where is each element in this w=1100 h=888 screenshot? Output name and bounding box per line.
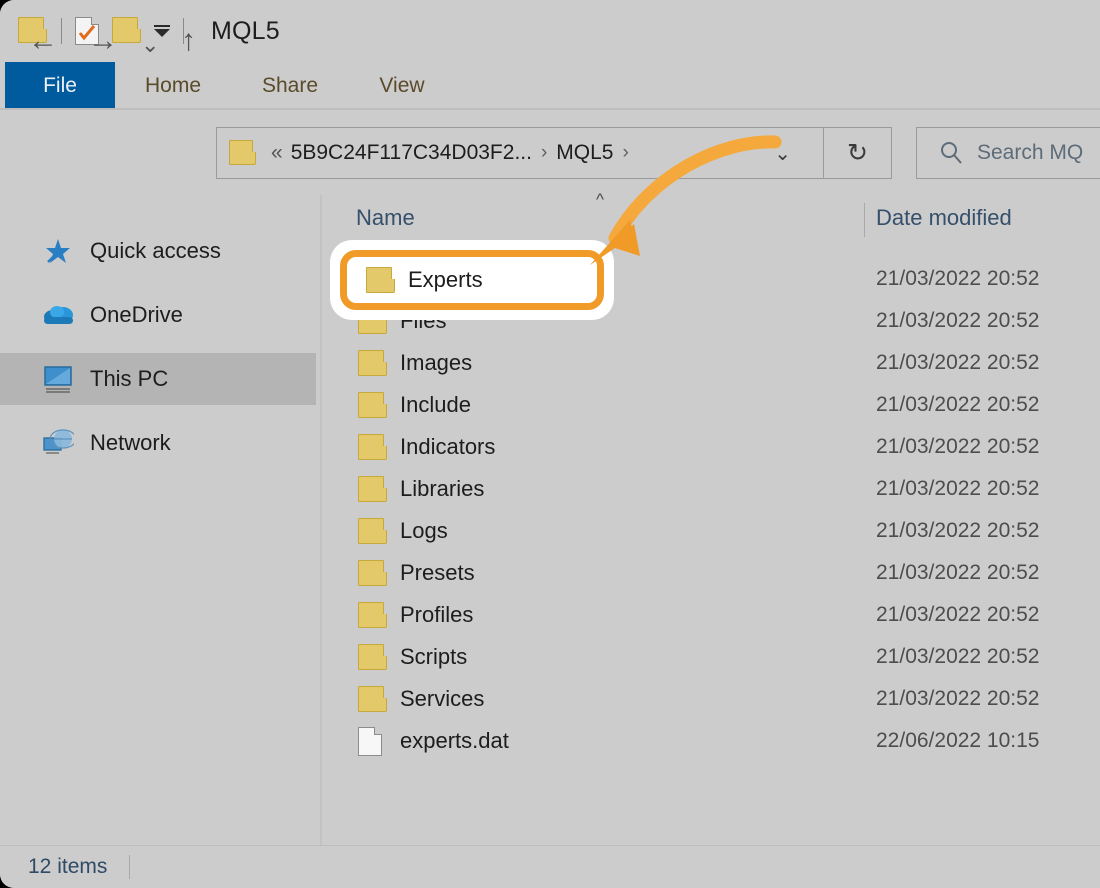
- address-field[interactable]: « 5B9C24F117C34D03F2... › MQL5 › ⌄: [216, 127, 824, 179]
- table-row[interactable]: Include 21/03/2022 20:52: [320, 384, 1100, 426]
- sidebar-item-onedrive[interactable]: OneDrive: [0, 289, 316, 341]
- file-name: Logs: [400, 518, 448, 544]
- search-icon: [939, 140, 965, 166]
- column-header-row: Name Date modified: [320, 196, 1100, 242]
- window-title: MQL5: [211, 17, 280, 46]
- ribbon-tab-bar: File Home Share View: [0, 62, 1100, 110]
- status-separator: [129, 855, 130, 879]
- folder-icon: [358, 391, 388, 419]
- table-row[interactable]: Scripts 21/03/2022 20:52: [320, 636, 1100, 678]
- folder-icon: [358, 601, 388, 629]
- table-row[interactable]: Indicators 21/03/2022 20:52: [320, 426, 1100, 468]
- file-date: 21/03/2022 20:52: [876, 393, 1040, 417]
- column-divider[interactable]: [864, 203, 865, 237]
- navigation-pane: Quick access OneDrive: [0, 195, 320, 845]
- document-icon: [358, 727, 388, 755]
- sidebar-item-quick-access[interactable]: Quick access: [0, 225, 316, 277]
- search-placeholder: Search MQ: [977, 141, 1083, 165]
- folder-icon: [358, 559, 388, 587]
- file-date: 21/03/2022 20:52: [876, 645, 1040, 669]
- folder-icon: [358, 685, 388, 713]
- breadcrumb-separator-2: ›: [622, 142, 628, 164]
- file-name: Services: [400, 686, 484, 712]
- folder-icon: [358, 517, 388, 545]
- file-name: Include: [400, 392, 471, 418]
- file-date: 21/03/2022 20:52: [876, 267, 1040, 291]
- file-name: Indicators: [400, 434, 495, 460]
- sidebar-label-this-pc: This PC: [90, 366, 168, 392]
- table-row[interactable]: Presets 21/03/2022 20:52: [320, 552, 1100, 594]
- file-date: 21/03/2022 20:52: [876, 519, 1040, 543]
- file-date: 22/06/2022 10:15: [876, 729, 1040, 753]
- tab-share[interactable]: Share: [243, 62, 337, 110]
- breadcrumb-guid[interactable]: 5B9C24F117C34D03F2...: [291, 141, 532, 165]
- highlighted-file-name: Experts: [408, 267, 483, 293]
- recent-locations-button[interactable]: ⌄: [141, 30, 159, 60]
- column-header-name[interactable]: Name: [356, 205, 415, 231]
- file-name: Profiles: [400, 602, 473, 628]
- file-date: 21/03/2022 20:52: [876, 309, 1040, 333]
- table-row[interactable]: Images 21/03/2022 20:52: [320, 342, 1100, 384]
- table-row[interactable]: Logs 21/03/2022 20:52: [320, 510, 1100, 552]
- refresh-button[interactable]: ↻: [824, 127, 892, 179]
- folder-icon: [358, 433, 388, 461]
- highlighted-row-experts[interactable]: Experts: [340, 250, 604, 310]
- folder-icon: [358, 349, 388, 377]
- tab-view[interactable]: View: [359, 62, 445, 110]
- sidebar-label-network: Network: [90, 430, 171, 456]
- table-row[interactable]: Libraries 21/03/2022 20:52: [320, 468, 1100, 510]
- pin-star-icon: [42, 236, 74, 266]
- breadcrumb-overflow[interactable]: «: [271, 141, 283, 165]
- file-name: Images: [400, 350, 472, 376]
- address-folder-icon: [229, 139, 257, 167]
- file-date: 21/03/2022 20:52: [876, 603, 1040, 627]
- forward-button[interactable]: →: [88, 26, 118, 56]
- back-button[interactable]: ←: [28, 26, 58, 56]
- folder-icon: [358, 643, 388, 671]
- sidebar-label-quick-access: Quick access: [90, 238, 221, 264]
- sidebar-item-this-pc[interactable]: This PC: [0, 353, 316, 405]
- table-row[interactable]: Profiles 21/03/2022 20:52: [320, 594, 1100, 636]
- breadcrumb-mql5[interactable]: MQL5: [556, 141, 613, 165]
- tab-home[interactable]: Home: [127, 62, 219, 110]
- qat-divider: [61, 18, 62, 44]
- status-bar: 12 items: [0, 846, 1100, 888]
- cloud-icon: [42, 300, 74, 330]
- item-count-label: 12 items: [28, 855, 107, 879]
- ribbon-divider: [0, 108, 1100, 110]
- breadcrumb-separator-1: ›: [541, 142, 547, 164]
- up-button[interactable]: ↑: [181, 26, 196, 56]
- folder-icon: [366, 266, 396, 294]
- file-name: Presets: [400, 560, 475, 586]
- file-date: 21/03/2022 20:52: [876, 477, 1040, 501]
- sort-ascending-icon: ^: [596, 190, 604, 210]
- table-row[interactable]: experts.dat 22/06/2022 10:15: [320, 720, 1100, 762]
- file-name: Libraries: [400, 476, 484, 502]
- file-date: 21/03/2022 20:52: [876, 435, 1040, 459]
- sidebar-label-onedrive: OneDrive: [90, 302, 183, 328]
- file-date: 21/03/2022 20:52: [876, 687, 1040, 711]
- table-row[interactable]: Services 21/03/2022 20:52: [320, 678, 1100, 720]
- network-icon: [42, 428, 74, 458]
- tab-file[interactable]: File: [5, 62, 115, 110]
- search-input[interactable]: Search MQ: [916, 127, 1100, 179]
- file-date: 21/03/2022 20:52: [876, 561, 1040, 585]
- file-explorer-window: MQL5 File Home Share View ← → ⌄ ↑ « 5B9C…: [0, 0, 1100, 888]
- title-bar: MQL5: [0, 0, 1100, 62]
- file-name: Scripts: [400, 644, 467, 670]
- file-name: experts.dat: [400, 728, 509, 754]
- chevron-down-icon[interactable]: ⌄: [774, 141, 791, 166]
- file-date: 21/03/2022 20:52: [876, 351, 1040, 375]
- monitor-icon: [42, 364, 74, 394]
- column-header-date-modified[interactable]: Date modified: [876, 205, 1012, 231]
- folder-icon: [358, 475, 388, 503]
- sidebar-item-network[interactable]: Network: [0, 417, 316, 469]
